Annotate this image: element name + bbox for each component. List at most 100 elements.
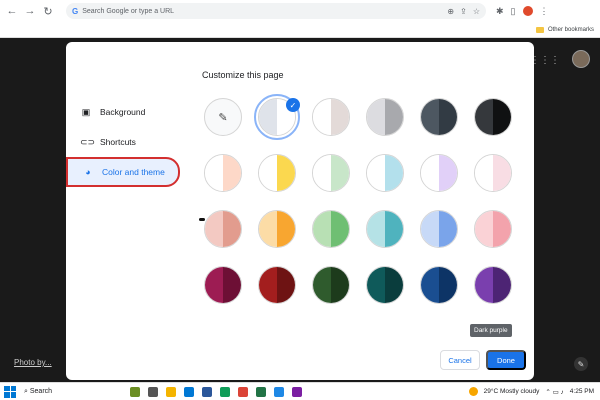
omnibox[interactable]: G Search Google or type a URL ⊕ ⇪ ☆ bbox=[66, 3, 486, 19]
file-explorer-icon[interactable] bbox=[166, 386, 176, 397]
tray-icons[interactable]: ⌃ ▭ ♪ bbox=[545, 388, 563, 396]
windows-start-icon[interactable] bbox=[4, 385, 16, 398]
app-icon[interactable] bbox=[130, 386, 140, 397]
excel-icon[interactable] bbox=[256, 386, 266, 397]
swatch-left-half bbox=[421, 155, 439, 191]
swatch-dark-red[interactable] bbox=[258, 266, 296, 304]
swatch-tooltip: Dark purple bbox=[470, 324, 512, 337]
swatch-right-half bbox=[277, 155, 295, 191]
swatch-right-half bbox=[223, 155, 241, 191]
swatch-left-half bbox=[421, 99, 439, 135]
swatch-right-half bbox=[385, 99, 403, 135]
swatch-right-half bbox=[223, 211, 241, 247]
folder-icon bbox=[535, 26, 544, 33]
edit-icon[interactable]: ✎ bbox=[574, 357, 588, 371]
done-button[interactable]: Done bbox=[486, 350, 526, 370]
palette-icon: ◕ bbox=[85, 167, 91, 177]
sidebar-item-label: Background bbox=[100, 107, 146, 117]
swatch-left-half bbox=[475, 267, 493, 303]
other-bookmarks[interactable]: Other bookmarks bbox=[548, 27, 594, 33]
swatch-cool-grey[interactable] bbox=[366, 98, 404, 136]
swatch-right-half bbox=[277, 211, 295, 247]
swatch-blue[interactable] bbox=[420, 210, 458, 248]
customize-dialog: Customize this page ▣ Background ⊂⊃ Shor… bbox=[66, 42, 534, 380]
swatch-left-half bbox=[475, 155, 493, 191]
swatch-left-half bbox=[313, 267, 331, 303]
photo-credit[interactable]: Photo by... bbox=[14, 358, 52, 367]
menu-icon[interactable]: ⋮ bbox=[540, 6, 549, 17]
dialog-title: Customize this page bbox=[202, 70, 284, 80]
app-icon[interactable] bbox=[274, 386, 284, 397]
extension-icon[interactable] bbox=[522, 6, 533, 16]
sidebar-item-shortcuts[interactable]: ⊂⊃ Shortcuts bbox=[66, 127, 186, 157]
swatch-left-half bbox=[205, 211, 223, 247]
back-arrow-icon[interactable]: ← bbox=[4, 3, 20, 19]
swatch-left-half bbox=[367, 155, 385, 191]
swatch-left-half bbox=[259, 99, 277, 135]
swatch-dark-slate[interactable] bbox=[420, 98, 458, 136]
swatch-left-half bbox=[259, 155, 277, 191]
app-icon[interactable] bbox=[148, 386, 158, 397]
swatch-orange[interactable] bbox=[258, 210, 296, 248]
swatch-dark-blue[interactable] bbox=[420, 266, 458, 304]
swatch-right-half bbox=[439, 99, 457, 135]
swatch-teal[interactable] bbox=[366, 210, 404, 248]
swatch-left-half bbox=[313, 99, 331, 135]
swatch-yellow[interactable] bbox=[258, 154, 296, 192]
swatch-custom-color[interactable]: ✎ bbox=[204, 98, 242, 136]
swatch-left-half bbox=[475, 99, 493, 135]
swatch-right-half bbox=[385, 211, 403, 247]
swatch-left-half bbox=[205, 267, 223, 303]
check-icon: ✓ bbox=[286, 98, 300, 112]
swatch-warm-grey[interactable] bbox=[312, 98, 350, 136]
swatch-salmon[interactable] bbox=[204, 210, 242, 248]
avatar[interactable] bbox=[572, 50, 590, 68]
swatch-right-half bbox=[277, 267, 295, 303]
sidebar-item-background[interactable]: ▣ Background bbox=[66, 97, 186, 127]
sidebar-item-color-and-theme[interactable]: ◕ Color and theme bbox=[66, 157, 180, 187]
share-icon[interactable]: ⇪ bbox=[460, 7, 467, 16]
swatch-right-half bbox=[493, 267, 511, 303]
apps-grid-icon[interactable]: ⋮⋮⋮ bbox=[530, 55, 560, 66]
chrome-icon[interactable] bbox=[238, 386, 248, 397]
swatch-green[interactable] bbox=[312, 210, 350, 248]
swatch-light-pink[interactable] bbox=[474, 154, 512, 192]
swatch-black[interactable] bbox=[474, 98, 512, 136]
swatch-beige-peach[interactable] bbox=[204, 154, 242, 192]
swatch-left-half bbox=[259, 267, 277, 303]
taskbar-search[interactable]: ⌕ Search bbox=[20, 385, 100, 399]
extensions-icon[interactable]: ✱ bbox=[496, 6, 504, 17]
swatch-right-half bbox=[439, 267, 457, 303]
taskbar-search-label: Search bbox=[29, 388, 53, 395]
swatch-light-teal[interactable] bbox=[366, 154, 404, 192]
taskbar: ⌕ Search 29°C Mostly cloudy ⌃ ▭ ♪ 4:25 P… bbox=[0, 382, 600, 400]
swatch-dark-purple[interactable] bbox=[474, 266, 512, 304]
app-icon[interactable] bbox=[292, 386, 302, 397]
cancel-button[interactable]: Cancel bbox=[440, 350, 480, 370]
swatch-right-half bbox=[385, 267, 403, 303]
reload-icon[interactable]: ↻ bbox=[40, 3, 56, 19]
zoom-icon[interactable]: ⊕ bbox=[447, 7, 454, 16]
bookmarks-bar: Other bookmarks bbox=[0, 22, 600, 38]
swatch-dark-teal[interactable] bbox=[366, 266, 404, 304]
weather-text[interactable]: 29°C Mostly cloudy bbox=[484, 388, 540, 395]
clock[interactable]: 4:25 PM bbox=[570, 388, 594, 395]
swatch-dark-pink[interactable] bbox=[204, 266, 242, 304]
swatch-left-half bbox=[367, 211, 385, 247]
link-icon: ⊂⊃ bbox=[80, 136, 96, 147]
swatch-dark-green[interactable] bbox=[312, 266, 350, 304]
word-icon[interactable] bbox=[202, 386, 212, 397]
swatch-green-light[interactable] bbox=[312, 154, 350, 192]
swatch-pink[interactable] bbox=[474, 210, 512, 248]
swatch-left-half bbox=[367, 267, 385, 303]
weather-icon[interactable] bbox=[468, 387, 478, 396]
app-icon[interactable] bbox=[184, 386, 194, 397]
swatch-light-purple[interactable] bbox=[420, 154, 458, 192]
app-icon[interactable] bbox=[220, 386, 230, 397]
swatch-right-half bbox=[385, 155, 403, 191]
swatch-right-half bbox=[439, 155, 457, 191]
side-panel-icon[interactable]: ▯ bbox=[511, 6, 516, 17]
star-icon[interactable]: ☆ bbox=[473, 7, 480, 16]
forward-arrow-icon[interactable]: → bbox=[22, 3, 38, 19]
swatch-right-half bbox=[493, 211, 511, 247]
